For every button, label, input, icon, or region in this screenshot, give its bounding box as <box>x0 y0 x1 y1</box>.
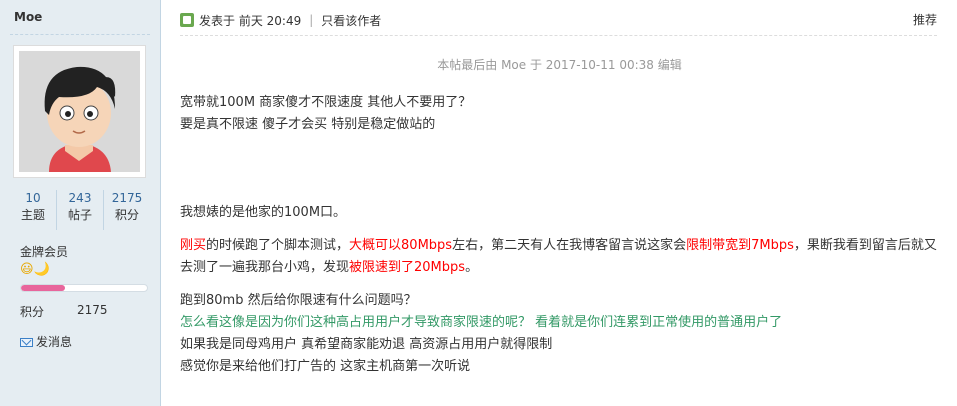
points-progress-bar <box>20 284 148 292</box>
avatar[interactable] <box>13 45 146 178</box>
points-progress-fill <box>21 285 66 291</box>
edit-note: 本帖最后由 Moe 于 2017-10-11 00:38 编辑 <box>437 58 682 72</box>
highlight-text: 被限速到了20Mbps <box>349 260 466 275</box>
author-sidebar: Moe 10 主题 243 帖子 2175 积分 金牌会员 😃🌙 积分 2175… <box>0 0 161 406</box>
content-line: 要是真不限速 傻子才会买 特别是稳定做站的 <box>180 117 436 132</box>
recommend-button[interactable]: 推荐 <box>913 10 937 30</box>
stat-topics[interactable]: 10 主题 <box>10 190 57 230</box>
user-group[interactable]: 金牌会员 <box>20 243 68 260</box>
content-line: 如果我是同母鸡用户 真希望商家能劝退 高资源占用用户就得限制 <box>180 337 553 352</box>
post-main: 发表于 前天 20:49 | 只看该作者 推荐 本帖最后由 Moe 于 2017… <box>162 0 957 406</box>
highlight-text: 限制带宽到7Mbps <box>686 238 794 253</box>
stat-topics-label: 主题 <box>20 208 45 222</box>
content-text: 左右，第二天有人在我博客留言说这家会 <box>452 238 687 253</box>
content-line: 怎么看这像是因为你们这种高占用用户才导致商家限速的呢？ 看着就是你们连累到正常使… <box>180 315 783 330</box>
content-spacer <box>180 279 937 290</box>
post-header: 发表于 前天 20:49 | 只看该作者 推荐 <box>180 10 937 30</box>
rank-emoji-icon: 😃🌙 <box>20 262 50 277</box>
stat-posts-value[interactable]: 243 <box>57 190 103 207</box>
content-line: 宽带就100M 商家傻才不限速度 其他人不要用了？ <box>180 95 472 110</box>
post-content: 宽带就100M 商家傻才不限速度 其他人不要用了？ 要是真不限速 傻子才会买 特… <box>180 92 937 378</box>
stat-posts-label: 帖子 <box>67 208 92 222</box>
highlight-text: 刚买 <box>180 238 207 253</box>
content-text: 。 <box>465 260 479 275</box>
content-line: 感觉你是来给他们打广告的 这家主机商第一次听说 <box>180 359 471 374</box>
send-message-label: 发消息 <box>36 335 73 349</box>
stat-points[interactable]: 2175 积分 <box>104 190 150 230</box>
author-only-link[interactable]: 只看该作者 <box>321 12 381 29</box>
content-line: 我想婊的是他家的100M口。 <box>180 205 347 220</box>
points-value: 2175 <box>77 303 108 317</box>
highlight-text: 大概可以80Mbps <box>349 238 453 253</box>
send-message-link[interactable]: 发消息 <box>20 333 72 350</box>
posted-time: 前天 20:49 <box>238 13 302 28</box>
content-spacer <box>180 136 937 202</box>
posted-label: 发表于 <box>199 13 236 28</box>
stat-points-label: 积分 <box>114 208 139 222</box>
content-text: 的时候跑了个脚本测试， <box>206 238 350 253</box>
content-paragraph: 刚买的时候跑了个脚本测试，大概可以80Mbps左右，第二天有人在我博客留言说这家… <box>180 235 937 279</box>
stat-posts[interactable]: 243 帖子 <box>57 190 104 230</box>
author-stats: 10 主题 243 帖子 2175 积分 <box>10 190 150 230</box>
stat-points-value[interactable]: 2175 <box>104 190 150 207</box>
mail-icon <box>20 338 33 347</box>
avatar-image <box>19 51 140 172</box>
points-label: 积分 <box>20 305 45 319</box>
content-line: 跑到80mb 然后给你限速有什么问题吗？ <box>180 293 417 308</box>
stat-topics-value[interactable]: 10 <box>10 190 56 207</box>
cartoon-avatar-icon <box>19 51 140 172</box>
content-spacer <box>180 224 937 235</box>
sidebar-divider <box>10 34 150 35</box>
post-status-icon <box>180 13 194 27</box>
header-divider <box>180 35 937 36</box>
author-username[interactable]: Moe <box>14 10 42 24</box>
header-separator: | <box>309 13 314 27</box>
